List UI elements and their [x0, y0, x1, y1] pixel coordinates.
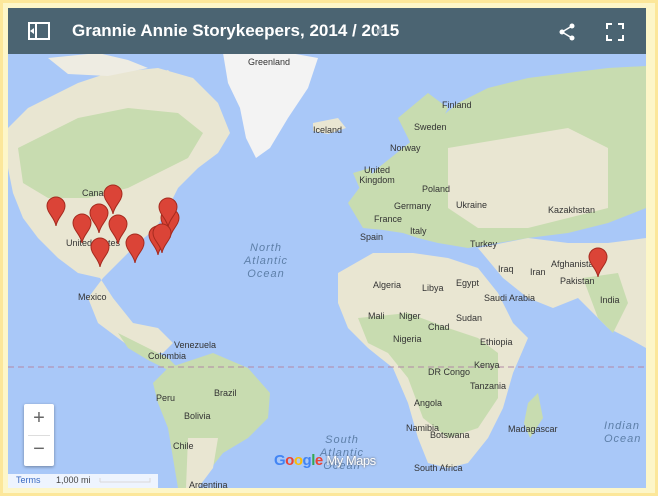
- zoom-in-button[interactable]: +: [24, 404, 54, 435]
- label-dr-congo: DR Congo: [428, 367, 471, 377]
- label-sweden: Sweden: [414, 122, 447, 132]
- label-iceland: Iceland: [313, 125, 343, 135]
- logo-google-e: e: [314, 452, 323, 469]
- label-bolivia: Bolivia: [184, 411, 211, 421]
- sidebar-toggle-icon[interactable]: [28, 22, 50, 45]
- label-iraq: Iraq: [498, 264, 514, 274]
- label-argentina: Argentina: [189, 480, 228, 488]
- zoom-out-button[interactable]: −: [24, 435, 54, 466]
- label-colombia: Colombia: [148, 351, 187, 361]
- label-venezuela: Venezuela: [174, 340, 217, 350]
- label-egypt: Egypt: [456, 278, 480, 288]
- map-title: Grannie Annie Storykeepers, 2014 / 2015: [72, 21, 400, 40]
- map-footer: Terms 1,000 mi: [8, 474, 158, 488]
- label-finland: Finland: [442, 100, 472, 110]
- label-sudan: Sudan: [456, 313, 483, 323]
- label-chile: Chile: [173, 441, 194, 451]
- fullscreen-icon[interactable]: [606, 23, 624, 46]
- label-libya: Libya: [422, 283, 444, 293]
- map-canvas[interactable]: Greenland Iceland Finland Sweden Norway …: [8, 8, 646, 488]
- label-nigeria: Nigeria: [393, 334, 422, 344]
- label-saudi-arabia: Saudi Arabia: [484, 293, 536, 303]
- terms-link[interactable]: Terms: [16, 475, 41, 485]
- logo-google-o1: o: [285, 452, 294, 469]
- label-ukraine: Ukraine: [456, 200, 488, 210]
- label-angola: Angola: [414, 398, 443, 408]
- label-kenya: Kenya: [474, 360, 500, 370]
- label-chad: Chad: [428, 322, 450, 332]
- label-south-africa: South Africa: [414, 463, 463, 473]
- label-botswana: Botswana: [430, 430, 470, 440]
- zoom-divider: [28, 435, 50, 436]
- label-norway: Norway: [390, 143, 421, 153]
- star-icon[interactable]: ★: [374, 23, 386, 39]
- label-madagascar: Madagascar: [508, 424, 558, 434]
- label-ethiopia: Ethiopia: [480, 337, 513, 347]
- label-france: France: [374, 214, 403, 224]
- label-germany: Germany: [394, 201, 432, 211]
- label-algeria: Algeria: [373, 280, 402, 290]
- label-greenland: Greenland: [248, 57, 291, 67]
- label-india: India: [600, 295, 620, 305]
- label-turkey: Turkey: [470, 239, 498, 249]
- label-mali: Mali: [368, 311, 385, 321]
- share-icon[interactable]: [558, 23, 576, 46]
- zoom-controls: + −: [24, 404, 54, 466]
- map-header: Grannie Annie Storykeepers, 2014 / 2015 …: [8, 8, 646, 54]
- label-spain: Spain: [360, 232, 384, 242]
- google-my-maps-logo: Google My Maps: [274, 452, 376, 469]
- logo-google: G: [274, 452, 286, 469]
- label-poland: Poland: [422, 184, 451, 194]
- label-mexico: Mexico: [78, 292, 107, 302]
- label-kazakhstan: Kazakhstan: [548, 205, 596, 215]
- label-tanzania: Tanzania: [470, 381, 507, 391]
- label-uk: United Kingdom: [359, 165, 395, 185]
- label-italy: Italy: [410, 226, 427, 236]
- label-niger: Niger: [399, 311, 421, 321]
- logo-google-g: g: [302, 452, 312, 469]
- logo-google-o2: o: [293, 452, 303, 469]
- label-iran: Iran: [530, 267, 546, 277]
- ocean-indian: Indian Ocean: [604, 420, 642, 445]
- label-pakistan: Pakistan: [560, 276, 595, 286]
- ocean-north-atlantic: North Atlantic Ocean: [243, 242, 289, 280]
- scale-label: 1,000 mi: [56, 475, 91, 485]
- label-peru: Peru: [156, 393, 176, 403]
- logo-my-maps: My Maps: [326, 453, 376, 468]
- label-brazil: Brazil: [214, 388, 237, 398]
